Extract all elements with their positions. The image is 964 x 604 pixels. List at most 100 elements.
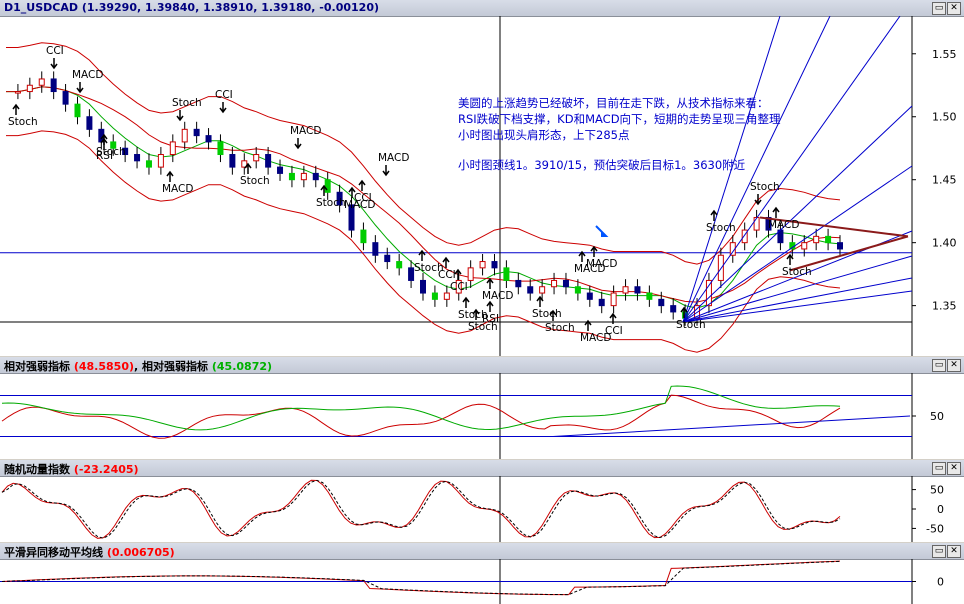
candle-body xyxy=(288,172,295,181)
signal-label: CCI xyxy=(354,192,372,204)
momentum-chart[interactable]: 50 0 -50 xyxy=(0,476,964,542)
rsi-chart[interactable]: 50 xyxy=(0,373,964,459)
candle-body xyxy=(539,286,546,294)
signal-label: CCI xyxy=(605,325,623,337)
price-tick-label: 1.45 xyxy=(932,174,957,187)
gann-fan-line xyxy=(682,165,913,323)
candle-body xyxy=(515,279,522,288)
macd-chart[interactable]: 0 xyxy=(0,559,964,604)
rsi-titlebar: 相对强弱指标 (48.5850), 相对强弱指标 (45.0872) ▭ ✕ xyxy=(0,357,964,374)
buy-arrow-icon xyxy=(12,103,20,115)
annotation-line-4: 小时图颈线1。3910/15，预估突破后目标1。3630附近 xyxy=(458,158,746,172)
signal-label: CCI xyxy=(450,281,468,293)
signal-label: Stoch xyxy=(676,319,706,331)
buy-arrow-icon xyxy=(590,245,598,257)
annotation-text: 美圆的上涨趋势已经破坏，目前在走下跌，从技术指标来看： RSI跌破下档支撑，KD… xyxy=(458,95,818,173)
candle-body xyxy=(396,261,403,269)
candle-body xyxy=(813,235,820,244)
minimize-button[interactable]: ▭ xyxy=(932,462,946,475)
signal-label: RSI xyxy=(96,150,113,162)
price-chart[interactable]: 1.35 1.40 1.45 1.50 1.55 CCI MACD Stoch CCI MACD M… xyxy=(0,16,964,356)
signal-label: Stoch xyxy=(240,175,270,187)
candle-body xyxy=(586,292,593,300)
price-tick-label: 1.50 xyxy=(932,111,957,124)
candle-body xyxy=(574,286,581,294)
sell-arrow-icon xyxy=(76,82,84,94)
ohlc-values: (1.39290, 1.39840, 1.38910, 1.39180, -0.… xyxy=(81,1,380,14)
main-chart-title: D1_USDCAD (1.39290, 1.39840, 1.38910, 1.… xyxy=(4,1,379,14)
candle-body xyxy=(277,166,284,174)
minimize-button[interactable]: ▭ xyxy=(932,545,946,558)
close-button[interactable]: ✕ xyxy=(947,462,961,475)
minimize-button[interactable]: ▭ xyxy=(932,2,946,15)
candle-body xyxy=(443,292,450,300)
signal-label: MACD xyxy=(378,152,409,164)
momentum-title: 随机动量指数 (-23.2405) xyxy=(4,461,139,477)
main-chart-panel[interactable]: D1_USDCAD (1.39290, 1.39840, 1.38910, 1.… xyxy=(0,0,964,356)
candle-body xyxy=(634,286,641,294)
buy-arrow-icon xyxy=(166,170,174,182)
candle-body xyxy=(503,267,510,281)
candle-body xyxy=(825,235,832,244)
signal-label: Stoch xyxy=(316,197,346,209)
breakout-arrow-icon xyxy=(595,225,609,237)
candle-body xyxy=(372,242,379,256)
candle-body xyxy=(14,91,21,94)
momentum-name: 随机动量指数 xyxy=(4,463,70,476)
candle-body xyxy=(145,160,152,168)
signal-label: MACD xyxy=(768,219,799,231)
close-button[interactable]: ✕ xyxy=(947,359,961,372)
main-chart-titlebar: D1_USDCAD (1.39290, 1.39840, 1.38910, 1.… xyxy=(0,0,964,17)
macd-name: 平滑异同移动平均线 xyxy=(4,546,103,559)
candle-body xyxy=(86,116,93,130)
buy-arrow-icon xyxy=(486,300,494,312)
close-button[interactable]: ✕ xyxy=(947,545,961,558)
signal-label: CCI xyxy=(438,269,456,281)
signal-label: MACD xyxy=(290,125,321,137)
rsi-name-2: 相对强弱指标 xyxy=(142,360,209,373)
signal-label: MACD xyxy=(72,69,103,81)
close-button[interactable]: ✕ xyxy=(947,2,961,15)
signal-label: RSI xyxy=(482,313,499,325)
buy-arrow-icon xyxy=(578,250,586,262)
rsi-panel[interactable]: 相对强弱指标 (48.5850), 相对强弱指标 (45.0872) ▭ ✕ 5… xyxy=(0,357,964,459)
price-tick-label: 1.35 xyxy=(932,300,957,313)
candle-body xyxy=(837,242,843,250)
momentum-signal-line xyxy=(1,479,841,539)
candle-body xyxy=(38,78,45,86)
candle-body xyxy=(157,154,164,168)
signal-label: MACD xyxy=(482,290,513,302)
candle-body xyxy=(324,179,331,193)
sell-arrow-icon xyxy=(219,102,227,114)
signal-label: Stoch xyxy=(172,97,202,109)
signal-label: Stoch xyxy=(8,116,38,128)
gann-fan-line xyxy=(682,277,913,323)
gann-fan-line xyxy=(682,290,913,323)
candle-body xyxy=(622,286,629,294)
signal-label: Stoch xyxy=(782,266,812,278)
price-tick-label: 1.40 xyxy=(932,237,957,250)
minimize-button[interactable]: ▭ xyxy=(932,359,946,372)
candle-body xyxy=(26,84,33,93)
momentum-value: (-23.2405) xyxy=(73,463,139,476)
candle-body xyxy=(753,216,760,231)
signal-label: Stoch xyxy=(706,222,736,234)
indicator-tick-label: 0 xyxy=(937,503,944,516)
candle-body xyxy=(562,279,569,288)
candle-body xyxy=(551,279,558,288)
candle-body xyxy=(169,141,176,156)
candle-body xyxy=(670,305,677,313)
candle-body xyxy=(50,78,57,93)
rsi-trendline xyxy=(552,415,911,437)
candle-body xyxy=(491,261,498,269)
indicator-tick-label: 50 xyxy=(930,484,944,497)
candle-body xyxy=(467,267,474,281)
candle-body xyxy=(479,261,486,269)
candle-body xyxy=(312,172,319,181)
candle-body xyxy=(420,279,426,294)
annotation-line-2: RSI跌破下档支撑，KD和MACD向下，短期的走势呈现三角整理 xyxy=(458,112,781,126)
macd-panel[interactable]: 平滑异同移动平均线 (0.006705) ▭ ✕ 0 xyxy=(0,543,964,604)
annotation-line-3: 小时图出现头肩形态，上下285点 xyxy=(458,128,630,142)
momentum-panel[interactable]: 随机动量指数 (-23.2405) ▭ ✕ 50 0 -50 xyxy=(0,460,964,542)
macd-title: 平滑异同移动平均线 (0.006705) xyxy=(4,544,175,560)
